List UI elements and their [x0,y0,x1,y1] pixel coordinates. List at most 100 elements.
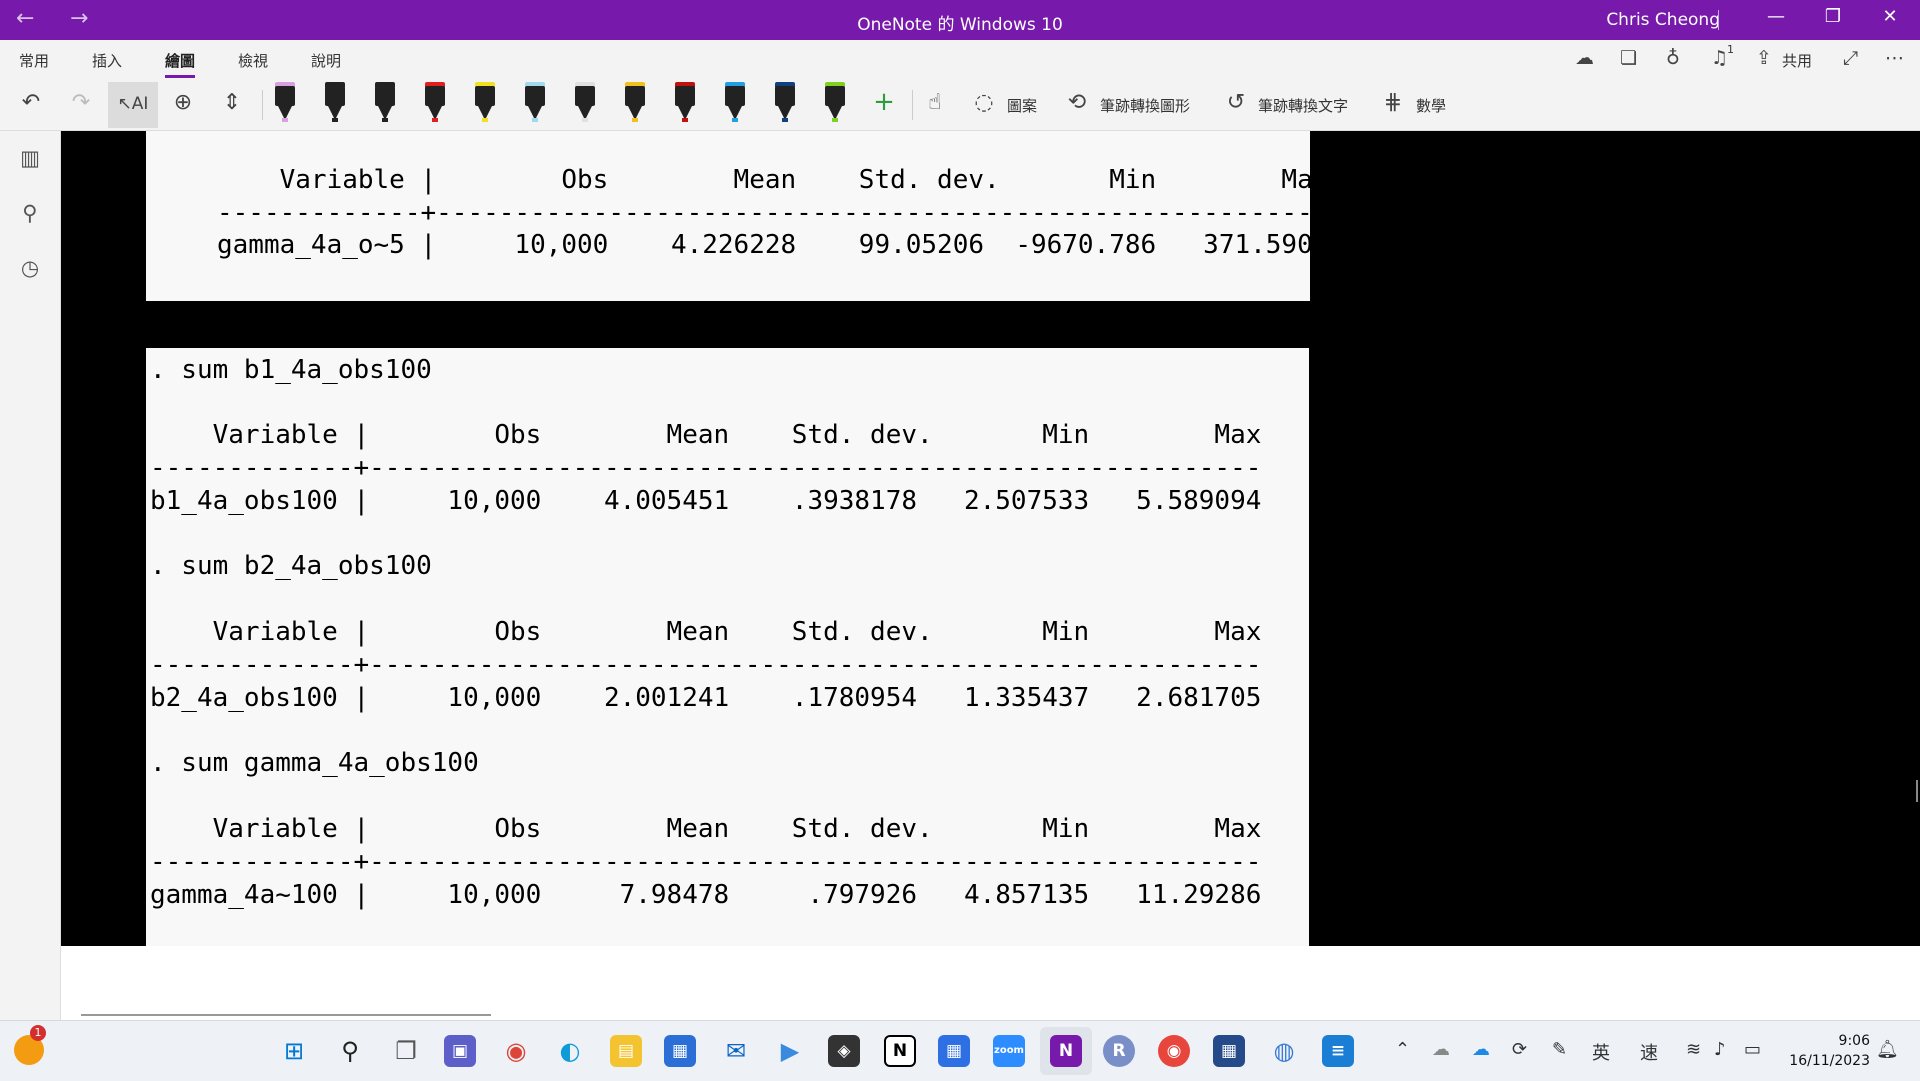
microsoft-store-icon[interactable]: ▦ [664,1035,696,1067]
pen-color-dot [332,118,338,122]
user-name[interactable]: Chris Cheong [1540,10,1720,30]
zoom-icon[interactable]: zoom [993,1035,1025,1067]
tab-insert[interactable]: 插入 [92,50,122,71]
pen-menu-icon[interactable]: ✎ [1552,1039,1567,1060]
share-button[interactable]: 共用 [1782,50,1812,71]
add-pen-icon[interactable]: + [867,87,901,117]
tab-view[interactable]: 檢視 [238,50,268,71]
pen-3[interactable] [373,82,397,122]
stata-output-image-2[interactable]: . sum b1_4a_obs100 Variable | Obs Mean S… [146,348,1309,946]
tab-help[interactable]: 說明 [311,50,341,71]
onedrive-icon[interactable]: ☁ [1472,1039,1490,1060]
pen-1[interactable] [273,82,297,122]
tab-draw[interactable]: 繪圖 [165,50,196,78]
lasso-select-icon[interactable]: ⊕ [166,90,200,115]
page-bottom-area[interactable] [61,946,1920,1020]
task-view-icon[interactable]: ❐ [388,1033,424,1069]
shapes-button[interactable]: 圖案 [1007,95,1037,116]
wifi-icon[interactable]: ≋ [1686,1039,1701,1060]
system-clock[interactable]: 9:06 16/11/2023 [1780,1031,1870,1071]
notification-bell-icon[interactable]: ♫ [1711,47,1728,69]
touch-draw-icon[interactable]: ☝ [918,90,952,115]
stata-output-image-1[interactable]: Variable | Obs Mean Std. dev. Min Max --… [146,131,1328,301]
ink-to-text-button[interactable]: 筆跡轉換文字 [1258,95,1348,116]
stata-icon[interactable]: ▦ [1213,1035,1245,1067]
pen-5[interactable] [473,82,497,122]
close-button[interactable]: ✕ [1870,6,1910,27]
mail-icon[interactable]: ✉ [718,1033,754,1069]
pen-color-dot [432,118,438,122]
media-player-icon[interactable]: ▶ [772,1033,808,1069]
ink-to-shape-button[interactable]: 筆跡轉換圖形 [1100,95,1190,116]
lightbulb-icon[interactable]: ♁ [1666,47,1680,69]
onenote-icon[interactable]: N [1050,1035,1082,1067]
tab-home[interactable]: 常用 [19,50,49,71]
pen-body [475,86,495,106]
volume-icon[interactable]: ♪ [1714,1039,1726,1060]
ink-to-shape-icon[interactable]: ⟲ [1060,90,1094,115]
notion-icon[interactable]: N [884,1035,916,1067]
add-space-icon[interactable]: ⇕ [215,90,249,115]
type-select-icon[interactable]: ↖AI [116,94,150,114]
scrollbar-thumb[interactable] [1916,780,1918,802]
pen-body [275,86,295,106]
ime-language-indicator[interactable]: 英 [1592,1039,1610,1065]
windows-taskbar: 1 ⊞ ⚲ ❐ ▣ ◉ ◐ ▤ ▦ ✉ ▶ ◈ N ▦ zoom N R ◉ ▦… [0,1020,1920,1081]
redo-icon[interactable]: ↷ [64,90,98,115]
math-icon[interactable]: ⋕ [1376,90,1410,115]
pen-9[interactable] [673,82,697,122]
more-options-icon[interactable]: ⋯ [1885,47,1904,69]
sync-status-icon[interactable]: ☁ [1575,47,1594,69]
battery-icon[interactable]: ▭ [1744,1039,1761,1060]
pen-body [625,86,645,106]
teams-chat-icon[interactable]: ▣ [444,1035,476,1067]
recent-clock-icon[interactable]: ◷ [15,256,45,280]
chrome-icon[interactable]: ◉ [498,1033,534,1069]
pen-color-dot [282,118,288,122]
pen-4[interactable] [423,82,447,122]
location-app-icon[interactable]: ◉ [1158,1035,1190,1067]
share-icon[interactable]: ⇪ [1756,47,1772,69]
calendar-icon[interactable]: ▦ [938,1035,970,1067]
pen-12[interactable] [823,82,847,122]
fullscreen-icon[interactable]: ⤢ [1843,47,1858,69]
pen-body [725,86,745,106]
summary-table-gamma-obs100: Variable | Obs Mean Std. dev. Min Max --… [150,814,1262,910]
pen-11[interactable] [773,82,797,122]
notepad-icon[interactable]: ≡ [1322,1035,1354,1067]
onedrive-error-icon[interactable]: ☁ [1432,1039,1450,1060]
network-globe-icon[interactable]: ◍ [1266,1033,1302,1069]
sync-icon[interactable]: ⟳ [1512,1039,1527,1060]
pen-body [375,86,395,106]
title-bar: ← → OneNote 的 Windows 10 Chris Cheong — … [0,0,1920,40]
undo-icon[interactable]: ↶ [14,90,48,115]
pen-6[interactable] [523,82,547,122]
minimize-button[interactable]: — [1756,6,1796,27]
show-hidden-icons[interactable]: ⌃ [1395,1039,1410,1060]
command-sum-b1: . sum b1_4a_obs100 [150,355,432,385]
pen-2[interactable] [323,82,347,122]
shapes-icon[interactable]: ◌ [967,90,1001,115]
ink-stroke [81,1014,491,1016]
pen-7[interactable] [573,82,597,122]
search-icon[interactable]: ⚲ [15,201,45,225]
ink-to-text-icon[interactable]: ↺ [1219,90,1253,115]
math-button[interactable]: 數學 [1416,95,1446,116]
pen-8[interactable] [623,82,647,122]
notebooks-icon[interactable]: ▥ [15,146,45,170]
edge-icon[interactable]: ◐ [552,1033,588,1069]
notification-count: 1 [1727,43,1734,56]
ime-mode-indicator[interactable]: 速 [1640,1039,1658,1065]
sticky-notes-icon[interactable]: ❏ [1620,47,1637,69]
clock-time: 9:06 [1838,1033,1870,1049]
page-canvas[interactable]: Variable | Obs Mean Std. dev. Min Max --… [61,131,1920,1020]
davinci-icon[interactable]: ◈ [828,1035,860,1067]
restore-button[interactable]: ❐ [1813,6,1853,27]
r-app-icon[interactable]: R [1103,1035,1135,1067]
pen-body [525,86,545,106]
notification-center-icon[interactable]: 🔔︎ [1876,1039,1899,1060]
file-explorer-icon[interactable]: ▤ [610,1035,642,1067]
taskbar-search-icon[interactable]: ⚲ [332,1033,368,1069]
pen-10[interactable] [723,82,747,122]
windows-start-icon[interactable]: ⊞ [276,1033,312,1069]
